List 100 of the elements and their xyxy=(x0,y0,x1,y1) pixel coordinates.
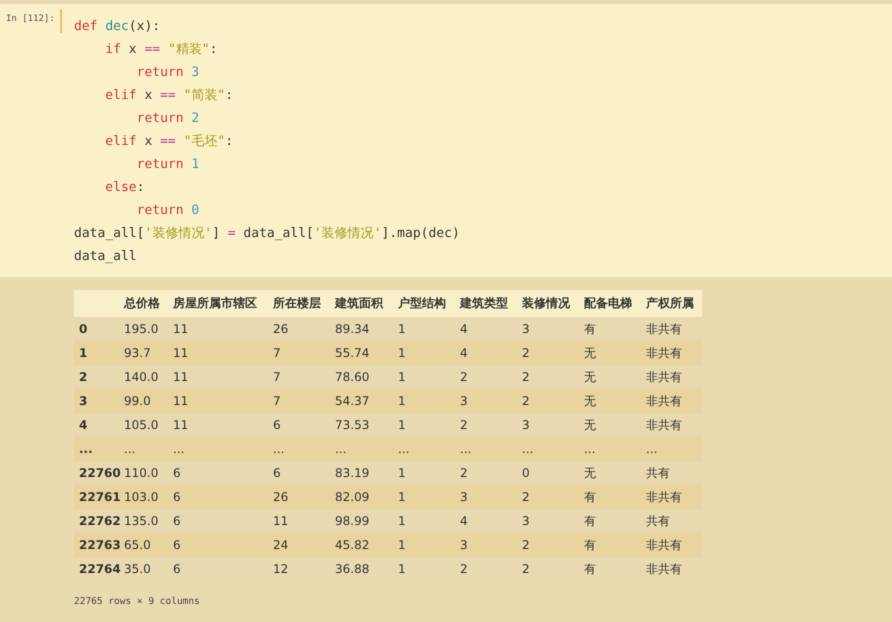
table-cell: 93.7 xyxy=(124,346,151,360)
table-cell: 6 xyxy=(273,418,281,432)
table-cell: ... xyxy=(398,442,410,456)
table-cell: ... xyxy=(124,442,136,456)
table-cell: 65.0 xyxy=(124,538,151,552)
table-cell: 无 xyxy=(584,416,596,434)
table-cell: 1 xyxy=(398,394,406,408)
row-index: 22761 xyxy=(79,490,121,504)
table-cell: 35.0 xyxy=(124,562,151,576)
table-cell: 2 xyxy=(460,370,468,384)
column-header: 装修情况 xyxy=(522,295,570,312)
table-cell: 11 xyxy=(273,514,288,528)
table-cell: 2 xyxy=(522,538,530,552)
row-index: ... xyxy=(79,442,93,456)
table-cell: 共有 xyxy=(646,464,670,482)
table-cell: 7 xyxy=(273,370,281,384)
column-header: 产权所属 xyxy=(646,295,694,312)
table-cell: 1 xyxy=(398,322,406,336)
table-cell: 有 xyxy=(584,512,596,530)
table-cell: ... xyxy=(460,442,472,456)
table-cell: 1 xyxy=(398,490,406,504)
code-line: data_all xyxy=(74,248,137,266)
table-cell: 103.0 xyxy=(124,490,158,504)
table-cell: 2 xyxy=(460,562,468,576)
column-header: 所在楼层 xyxy=(273,295,321,312)
table-cell: 无 xyxy=(584,464,596,482)
table-cell: 105.0 xyxy=(124,418,158,432)
input-prompt: In [112]: xyxy=(6,14,55,25)
table-cell: ... xyxy=(335,442,346,456)
table-cell: 6 xyxy=(173,466,181,480)
column-header: 房屋所属市辖区 xyxy=(173,295,257,312)
table-cell: 有 xyxy=(584,560,596,578)
row-index: 1 xyxy=(79,346,88,360)
table-cell: 1 xyxy=(398,418,406,432)
table-cell: 非共有 xyxy=(646,392,682,410)
row-index: 0 xyxy=(79,322,88,336)
table-cell: 99.0 xyxy=(124,394,151,408)
table-cell: 26 xyxy=(273,322,288,336)
table-cell: 非共有 xyxy=(646,368,682,386)
row-index: 22764 xyxy=(79,562,121,576)
table-cell: 3 xyxy=(460,538,468,552)
table-cell: 98.99 xyxy=(335,514,370,528)
column-header: 建筑面积 xyxy=(335,295,383,312)
table-cell: ... xyxy=(584,442,596,456)
table-cell: 11 xyxy=(173,346,188,360)
table-cell: 3 xyxy=(522,514,530,528)
code-line: return 1 xyxy=(136,156,200,174)
table-cell: 78.60 xyxy=(335,370,370,384)
table-cell: 3 xyxy=(460,394,468,408)
table-cell: 140.0 xyxy=(124,370,158,384)
table-cell: 有 xyxy=(584,320,596,338)
table-cell: 1 xyxy=(398,466,406,480)
table-cell: 无 xyxy=(584,368,596,386)
table-cell: 0 xyxy=(522,466,530,480)
table-cell: 2 xyxy=(522,490,530,504)
code-line: elif x == "简装": xyxy=(104,87,234,105)
row-index: 22763 xyxy=(79,538,121,552)
table-cell: 1 xyxy=(398,538,406,552)
summary-text: 22765 rows × 9 columns xyxy=(74,596,201,607)
table-cell: 135.0 xyxy=(124,514,158,528)
table-cell: 2 xyxy=(460,466,468,480)
table-cell: 7 xyxy=(273,394,281,408)
table-cell: 83.19 xyxy=(335,466,370,480)
table-cell: 6 xyxy=(173,514,181,528)
table-cell: 2 xyxy=(522,346,530,360)
table-cell: 非共有 xyxy=(646,560,682,578)
code-line: if x == "精装": xyxy=(104,41,218,59)
column-header: 配备电梯 xyxy=(584,295,632,312)
table-cell: 无 xyxy=(584,344,596,362)
table-cell: 有 xyxy=(584,488,596,506)
table-cell: 6 xyxy=(173,490,181,504)
table-cell: 110.0 xyxy=(124,466,158,480)
code-line: def dec(x): xyxy=(74,18,160,36)
code-line: return 3 xyxy=(136,64,200,82)
table-cell: 36.88 xyxy=(335,562,370,576)
code-line: return 2 xyxy=(136,110,200,128)
table-cell: 3 xyxy=(522,418,530,432)
table-cell: 195.0 xyxy=(124,322,158,336)
table-cell: 1 xyxy=(398,514,406,528)
table-cell: 非共有 xyxy=(646,344,682,362)
table-cell: 共有 xyxy=(646,512,670,530)
column-header: 建筑类型 xyxy=(460,295,508,312)
table-cell: 4 xyxy=(460,514,468,528)
table-cell: 4 xyxy=(460,346,468,360)
row-index: 2 xyxy=(79,370,88,384)
table-cell: 7 xyxy=(273,346,281,360)
table-cell: 26 xyxy=(273,490,288,504)
row-index: 4 xyxy=(79,418,88,432)
code-line: data_all['装修情况'] = data_all['装修情况'].map(dec) xyxy=(74,225,460,243)
code-editor[interactable]: def dec(x): if x == "精装": return 3 elif x == "简装": return 2 elif x == "毛坯": return 1 else: return 0 data_all['装修情况'] = data_all['装修情况'].map(dec) data_all xyxy=(62,4,460,277)
table-cell: 非共有 xyxy=(646,416,682,434)
table-cell: 11 xyxy=(173,394,188,408)
row-index: 22762 xyxy=(79,514,121,528)
table-cell: 非共有 xyxy=(646,320,682,338)
table-cell: 6 xyxy=(173,538,181,552)
column-header: 总价格 xyxy=(124,295,160,312)
table-cell: 24 xyxy=(273,538,288,552)
table-cell: 3 xyxy=(460,490,468,504)
table-cell: 11 xyxy=(173,322,188,336)
table-cell: 89.34 xyxy=(335,322,370,336)
